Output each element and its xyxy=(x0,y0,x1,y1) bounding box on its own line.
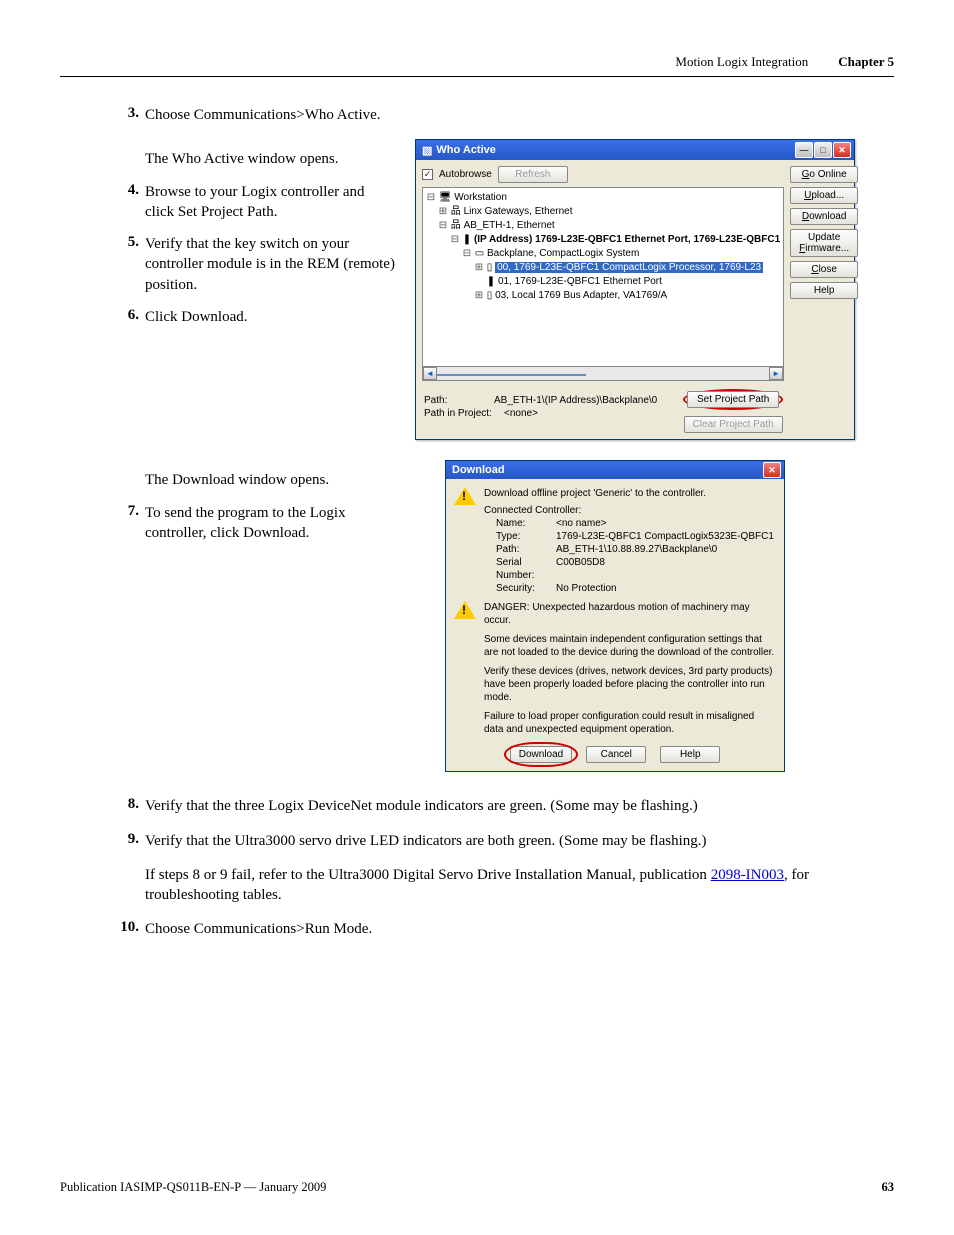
upload-button[interactable]: Upload... xyxy=(790,187,858,204)
page-header: Motion Logix Integration Chapter 5 xyxy=(60,54,894,77)
page-number: 63 xyxy=(882,1180,895,1195)
step-4: 4. Browse to your Logix controller and c… xyxy=(115,182,395,223)
download-dialog: Download ✕ Download offline project 'Gen… xyxy=(445,460,785,772)
scroll-left-arrow[interactable]: ◄ xyxy=(423,367,437,380)
autobrowse-label: Autobrowse xyxy=(439,169,492,180)
update-firmware-button[interactable]: Update Firmware... xyxy=(790,229,858,257)
header-section: Motion Logix Integration xyxy=(675,54,808,70)
refresh-button[interactable]: Refresh xyxy=(498,166,568,183)
download-button-highlight: Download xyxy=(510,746,572,763)
dialog-title: Download xyxy=(452,464,505,476)
connected-controller-label: Connected Controller: xyxy=(484,504,776,517)
path-in-project-label: Path in Project: xyxy=(424,408,504,419)
path-label: Path: xyxy=(424,395,494,406)
autobrowse-checkbox[interactable]: ✓ xyxy=(422,169,433,180)
download-p1: Some devices maintain independent config… xyxy=(484,633,776,659)
download-p3: Failure to load proper configuration cou… xyxy=(484,710,776,736)
dialog-cancel-button[interactable]: Cancel xyxy=(586,746,646,763)
scroll-right-arrow[interactable]: ► xyxy=(769,367,783,380)
path-value: AB_ETH-1\(IP Address)\Backplane\0 xyxy=(494,395,657,406)
who-active-titlebar[interactable]: ▧ Who Active — □ ✕ xyxy=(416,140,854,160)
header-chapter: Chapter 5 xyxy=(838,54,894,70)
step-9: 9. Verify that the Ultra3000 servo drive… xyxy=(115,831,894,851)
page-footer: Publication IASIMP-QS011B-EN-P — January… xyxy=(60,1180,894,1195)
maximize-button[interactable]: □ xyxy=(814,142,832,158)
close-button[interactable]: ✕ xyxy=(833,142,851,158)
download-titlebar[interactable]: Download ✕ xyxy=(446,461,784,479)
step6-note: The Download window opens. xyxy=(145,470,395,490)
step-8: 8. Verify that the three Logix DeviceNet… xyxy=(115,796,894,816)
step-7: 7. To send the program to the Logix cont… xyxy=(115,503,395,544)
step-3: 3. Choose Communications>Who Active. xyxy=(115,105,894,125)
tree-selected-node[interactable]: ⊞ ▯ 00, 1769-L23E-QBFC1 CompactLogix Pro… xyxy=(426,261,780,275)
minimize-button[interactable]: — xyxy=(795,142,813,158)
window-icon: ▧ xyxy=(422,144,432,157)
who-active-window: ▧ Who Active — □ ✕ ✓ Autobrowse Refresh … xyxy=(415,139,855,440)
close-button-side[interactable]: Close xyxy=(790,261,858,278)
set-project-path-button[interactable]: Set Project Path xyxy=(687,391,779,408)
clear-project-path-button[interactable]: Clear Project Path xyxy=(684,416,783,433)
publication-info: Publication IASIMP-QS011B-EN-P — January… xyxy=(60,1180,326,1195)
dialog-help-button[interactable]: Help xyxy=(660,746,720,763)
step-6: 6. Click Download. xyxy=(115,307,395,327)
step-5: 5. Verify that the key switch on your co… xyxy=(115,234,395,295)
path-in-project-value: <none> xyxy=(504,408,538,419)
go-online-button[interactable]: Go Online xyxy=(790,166,858,183)
device-tree[interactable]: ⊟ 🖥 Workstation ⊞ 品 Linx Gateways, Ether… xyxy=(422,187,784,367)
dialog-close-button[interactable]: ✕ xyxy=(763,462,781,478)
scroll-thumb[interactable] xyxy=(437,374,586,376)
download-p2: Verify these devices (drives, network de… xyxy=(484,665,776,704)
warning-icon xyxy=(454,487,476,507)
download-line1: Download offline project 'Generic' to th… xyxy=(484,487,776,500)
download-button[interactable]: Download xyxy=(790,208,858,225)
step3-note: The Who Active window opens. xyxy=(145,149,395,169)
manual-link[interactable]: 2098-IN003 xyxy=(711,867,784,883)
help-button[interactable]: Help xyxy=(790,282,858,299)
set-project-path-highlight: Set Project Path xyxy=(683,389,783,410)
danger-text: DANGER: Unexpected hazardous motion of m… xyxy=(484,601,776,627)
who-active-side-buttons: Go Online Upload... Download Update Firm… xyxy=(790,166,858,433)
step9-note: If steps 8 or 9 fail, refer to the Ultra… xyxy=(145,865,894,906)
tree-horizontal-scrollbar[interactable]: ◄ ► xyxy=(422,367,784,381)
dialog-download-button[interactable]: Download xyxy=(510,746,572,763)
danger-icon xyxy=(454,601,476,621)
step-10: 10. Choose Communications>Run Mode. xyxy=(115,919,894,939)
window-title: Who Active xyxy=(436,144,496,156)
